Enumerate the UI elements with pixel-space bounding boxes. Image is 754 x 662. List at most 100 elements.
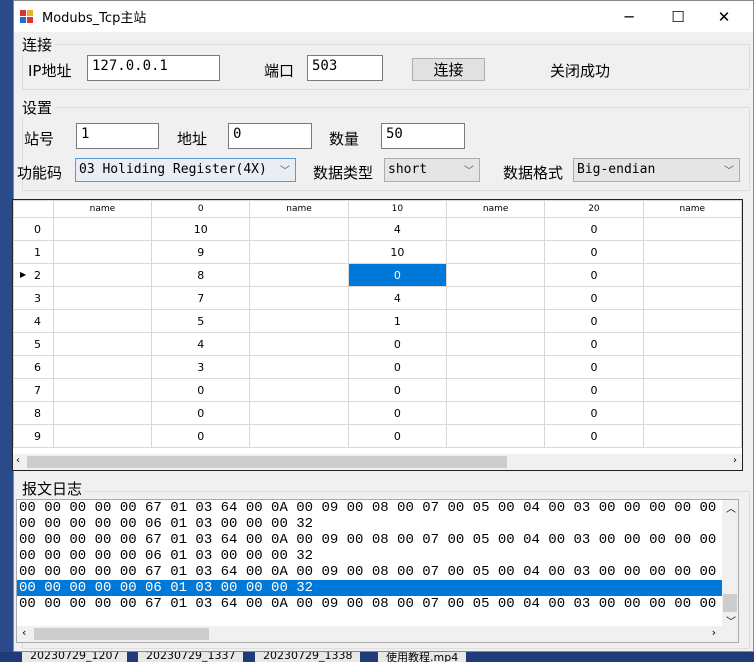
maximize-button[interactable]: ☐ [655, 1, 701, 32]
grid-cell[interactable]: 10 [347, 240, 447, 264]
scroll-thumb[interactable] [34, 628, 209, 640]
grid-cell[interactable] [642, 263, 742, 287]
row-header[interactable]: 6 [13, 355, 54, 379]
grid-cell[interactable] [445, 401, 546, 425]
grid-cell[interactable] [249, 355, 349, 379]
grid-cell[interactable]: 0 [544, 401, 644, 425]
grid-cell[interactable]: 0 [347, 332, 447, 356]
grid-cell[interactable] [642, 424, 742, 448]
grid-cell[interactable] [52, 332, 153, 356]
grid-cell[interactable]: 0 [347, 355, 447, 379]
grid-cell[interactable] [249, 401, 349, 425]
grid-cell[interactable] [642, 378, 742, 402]
column-header[interactable]: 10 [347, 200, 447, 218]
grid-cell[interactable]: 0 [544, 309, 644, 333]
taskbar-file-item[interactable]: 20230729_1337 [138, 652, 244, 662]
grid-cell[interactable]: 9 [151, 240, 251, 264]
grid-cell[interactable] [249, 217, 349, 241]
grid-cell[interactable] [249, 240, 349, 264]
station-input[interactable]: 1 [76, 123, 159, 149]
grid-cell[interactable] [52, 424, 153, 448]
row-header[interactable]: 5 [13, 332, 54, 356]
grid-cell[interactable] [445, 263, 546, 287]
connect-button[interactable]: 连接 [412, 58, 485, 81]
grid-cell[interactable] [642, 309, 742, 333]
log-line[interactable]: 00 00 00 00 00 06 01 03 00 00 00 32 [17, 580, 723, 596]
taskbar-file-item[interactable]: 20230729_1207 [22, 652, 128, 662]
grid-cell[interactable] [249, 286, 349, 310]
port-input[interactable]: 503 [307, 55, 383, 81]
scroll-thumb[interactable] [723, 594, 737, 612]
function-select[interactable]: 03 Holiding Register(4X) ﹀ [75, 158, 296, 182]
grid-cell[interactable]: 0 [347, 424, 447, 448]
grid-cell[interactable] [249, 424, 349, 448]
grid-cell[interactable] [445, 378, 546, 402]
grid-cell[interactable]: 0 [544, 217, 644, 241]
row-header[interactable]: 1 [13, 240, 54, 264]
log-line[interactable]: 00 00 00 00 00 06 01 03 00 00 00 32 [17, 516, 723, 532]
grid-cell[interactable]: 5 [151, 309, 251, 333]
grid-cell[interactable] [642, 401, 742, 425]
row-header[interactable]: 3 [13, 286, 54, 310]
ip-input[interactable]: 127.0.0.1 [87, 55, 220, 81]
grid-cell[interactable]: 0 [347, 378, 447, 402]
grid-cell[interactable] [52, 217, 153, 241]
grid-cell[interactable] [445, 217, 546, 241]
register-grid[interactable]: name 0 name 10 name 20 name 0 10 4 0 1 9 10 0 ▶ 2 8 0 0 3 7 4… [12, 199, 743, 471]
grid-cell[interactable] [52, 401, 153, 425]
grid-cell[interactable] [52, 240, 153, 264]
scroll-up-icon[interactable]: ︿ [726, 500, 736, 515]
grid-cell[interactable]: 0 [347, 263, 447, 287]
scroll-thumb[interactable] [27, 456, 507, 468]
log-line[interactable]: 00 00 00 00 00 67 01 03 64 00 0A 00 09 0… [17, 500, 723, 516]
grid-cell[interactable] [642, 286, 742, 310]
scroll-left-icon[interactable]: ‹ [22, 626, 26, 639]
minimize-button[interactable]: ─ [606, 1, 652, 32]
grid-cell[interactable] [52, 263, 153, 287]
grid-cell[interactable]: 0 [544, 263, 644, 287]
grid-horizontal-scrollbar[interactable]: ‹ › [13, 454, 742, 470]
grid-cell[interactable]: 0 [544, 424, 644, 448]
grid-cell[interactable]: 0 [544, 286, 644, 310]
grid-cell[interactable] [52, 286, 153, 310]
column-header[interactable]: name [249, 200, 349, 218]
grid-cell[interactable]: 0 [544, 355, 644, 379]
scroll-left-icon[interactable]: ‹ [16, 455, 20, 466]
address-input[interactable]: 0 [228, 123, 312, 149]
row-header[interactable]: 7 [13, 378, 54, 402]
grid-cell[interactable]: 0 [151, 424, 251, 448]
log-line[interactable]: 00 00 00 00 00 67 01 03 64 00 0A 00 09 0… [17, 564, 723, 580]
grid-cell[interactable]: 0 [151, 378, 251, 402]
count-input[interactable]: 50 [381, 123, 465, 149]
datatype-select[interactable]: short ﹀ [384, 158, 480, 182]
grid-cell[interactable] [249, 378, 349, 402]
grid-cell[interactable]: 0 [347, 401, 447, 425]
grid-cell[interactable] [445, 355, 546, 379]
log-line[interactable]: 00 00 00 00 00 67 01 03 64 00 0A 00 09 0… [17, 532, 723, 548]
log-line[interactable]: 00 00 00 00 00 67 01 03 64 00 0A 00 09 0… [17, 596, 723, 612]
taskbar-file-item[interactable]: 使用教程.mp4 [378, 652, 467, 662]
grid-cell[interactable] [642, 240, 742, 264]
grid-cell[interactable]: 7 [151, 286, 251, 310]
column-header[interactable]: 0 [151, 200, 251, 218]
grid-cell[interactable] [52, 309, 153, 333]
scroll-right-icon[interactable]: › [733, 455, 737, 466]
grid-cell[interactable]: 8 [151, 263, 251, 287]
grid-cell[interactable]: 10 [151, 217, 251, 241]
column-header[interactable]: name [642, 200, 742, 218]
grid-cell[interactable] [642, 355, 742, 379]
row-header[interactable]: 0 [13, 217, 54, 241]
row-header[interactable]: 9 [13, 424, 54, 448]
grid-cell[interactable] [642, 332, 742, 356]
grid-cell[interactable]: 0 [544, 332, 644, 356]
log-line[interactable]: 00 00 00 00 00 06 01 03 00 00 00 32 [17, 548, 723, 564]
grid-cell[interactable]: 0 [544, 378, 644, 402]
row-header[interactable]: 8 [13, 401, 54, 425]
grid-cell[interactable]: 0 [151, 401, 251, 425]
column-header[interactable]: name [445, 200, 546, 218]
row-header[interactable]: ▶ 2 [13, 263, 54, 287]
grid-cell[interactable] [642, 217, 742, 241]
grid-cell[interactable]: 0 [544, 240, 644, 264]
grid-cell[interactable] [445, 240, 546, 264]
column-header[interactable]: 20 [544, 200, 644, 218]
